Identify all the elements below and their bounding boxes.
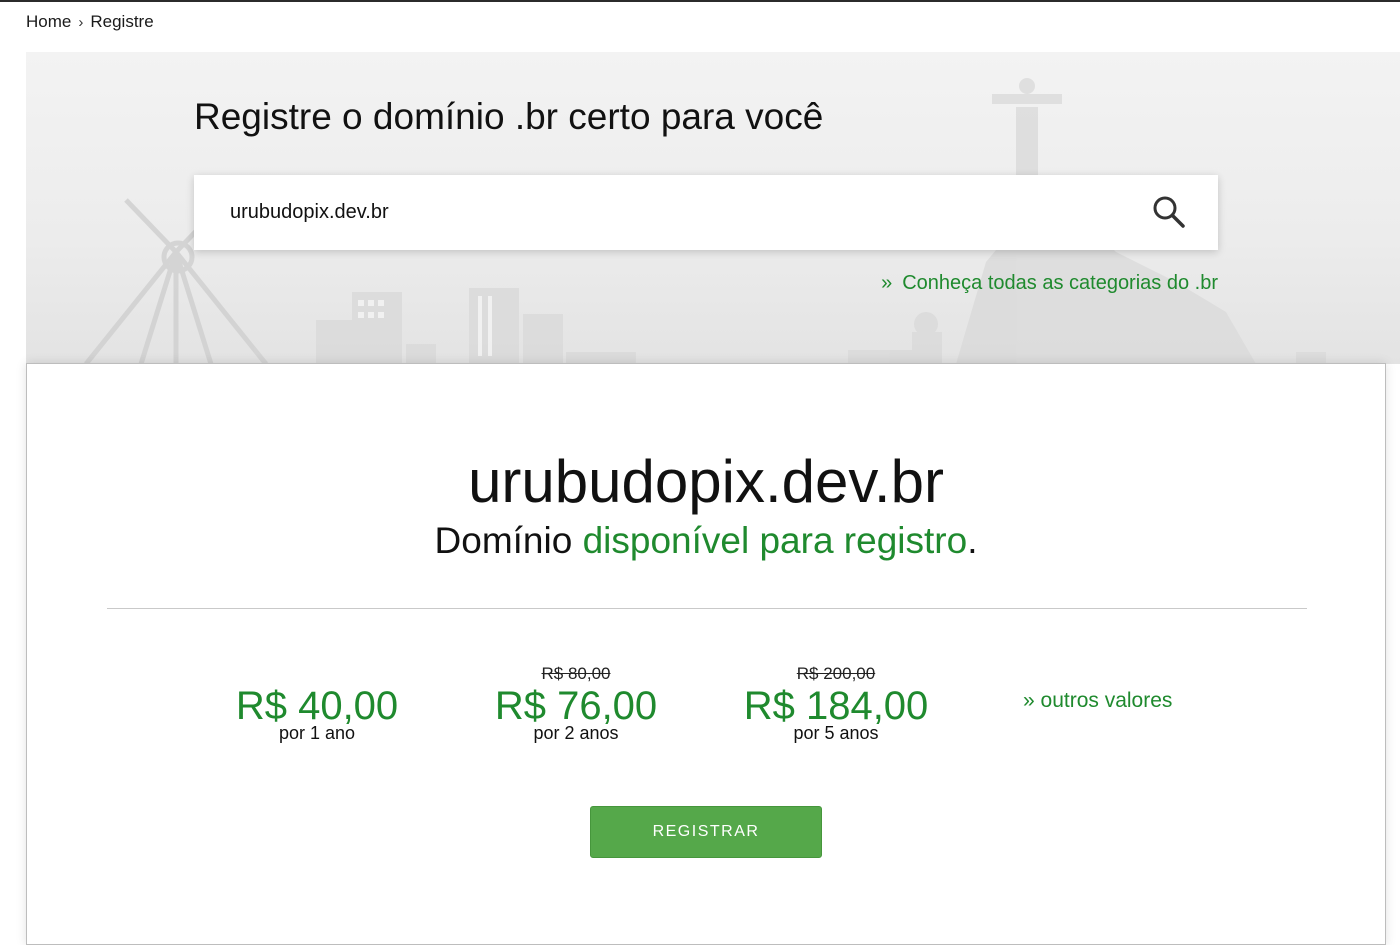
register-button[interactable]: REGISTRAR (590, 806, 822, 858)
categories-link[interactable]: » Conheça todas as categorias do .br (881, 272, 1218, 295)
price-old: R$ 80,00 (541, 664, 611, 683)
price-option-2-years[interactable]: R$ 80,00 R$ 76,00 por 2 anos (456, 664, 696, 742)
price-old (197, 664, 437, 684)
domain-search-input[interactable] (228, 191, 1112, 234)
search-icon (1153, 196, 1185, 228)
price-value: R$ 76,00 (494, 684, 658, 728)
top-border (0, 0, 1400, 2)
price-value: R$ 40,00 (235, 684, 399, 728)
price-old: R$ 200,00 (796, 664, 876, 683)
domain-result-card: urubudopix.dev.br Domínio disponível par… (26, 363, 1386, 945)
divider (107, 608, 1307, 609)
result-domain-name: urubudopix.dev.br (468, 448, 944, 515)
price-period: por 1 ano (278, 723, 356, 743)
breadcrumb-separator: › (78, 13, 84, 31)
domain-search-box (194, 175, 1218, 250)
price-option-5-years[interactable]: R$ 200,00 R$ 184,00 por 5 anos (716, 664, 956, 742)
hero-banner: Registre o domínio .br certo para você »… (26, 52, 1400, 364)
breadcrumb: Home › Registre (26, 12, 154, 32)
status-available: disponível para registro (582, 520, 968, 561)
breadcrumb-current: Registre (90, 12, 154, 31)
price-period: por 2 anos (533, 723, 619, 743)
categories-link-arrow: » (881, 272, 893, 294)
availability-status: Domínio disponível para registro. (27, 520, 1385, 562)
price-option-1-year[interactable]: R$ 40,00 por 1 ano (197, 664, 437, 742)
status-suffix: . (967, 520, 978, 561)
status-prefix: Domínio (434, 520, 583, 561)
price-value: R$ 184,00 (743, 684, 929, 728)
other-values-link[interactable]: » outros valores (1023, 689, 1172, 713)
breadcrumb-home-link[interactable]: Home (26, 12, 71, 32)
hero-title: Registre o domínio .br certo para você (194, 96, 824, 137)
categories-link-label: Conheça todas as categorias do .br (902, 272, 1218, 294)
search-button[interactable] (1150, 193, 1188, 231)
